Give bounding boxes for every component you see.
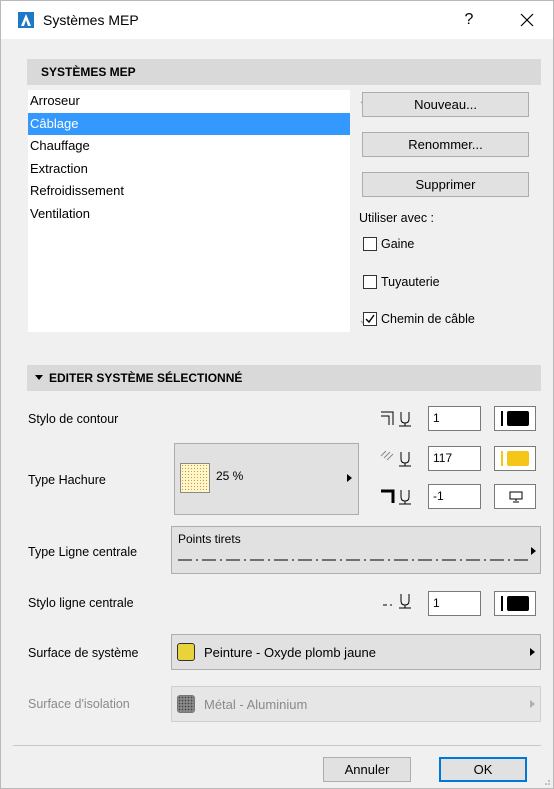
systems-section-header: SYSTÈMES MEP	[27, 59, 541, 85]
contour-pen-icon	[381, 411, 411, 427]
cable-tray-checkbox[interactable]	[363, 312, 377, 326]
list-item[interactable]: Arroseur	[28, 90, 350, 113]
duct-checkbox[interactable]	[363, 237, 377, 251]
title-bar: Systèmes MEP ?	[1, 1, 553, 39]
system-surface-label: Surface de système	[28, 646, 139, 660]
footer-separator	[13, 745, 541, 746]
archicad-icon	[18, 12, 34, 28]
hatch-fg-pen-color-button[interactable]	[494, 446, 536, 471]
contour-pen-input[interactable]: 1	[428, 406, 481, 431]
arrow-right-icon	[531, 547, 536, 555]
hatch-pattern-label: 25 %	[216, 469, 244, 483]
window-title: Systèmes MEP	[43, 12, 139, 28]
center-line-pen-icon	[383, 594, 411, 609]
edit-section-header[interactable]: EDITER SYSTÈME SÉLECTIONNÉ	[27, 365, 541, 391]
center-line-type-value: Points tirets	[178, 532, 241, 546]
center-line-type-button[interactable]: Points tirets	[171, 526, 541, 574]
dash-dot-line-preview	[178, 559, 528, 561]
hatch-pattern-swatch	[180, 463, 210, 493]
list-item[interactable]: Extraction	[28, 158, 350, 181]
arrow-right-icon	[530, 700, 535, 708]
hatch-bg-pen-button[interactable]	[494, 484, 536, 509]
edit-section-title: EDITER SYSTÈME SÉLECTIONNÉ	[49, 371, 243, 385]
systems-section-title: SYSTÈMES MEP	[41, 65, 136, 79]
arrow-right-icon	[530, 648, 535, 656]
list-item[interactable]: Câblage	[28, 112, 350, 135]
monitor-icon	[509, 491, 523, 503]
hatch-fg-pen-icon	[380, 450, 411, 467]
contour-pen-color-button[interactable]	[494, 406, 536, 431]
collapse-triangle-icon	[35, 375, 43, 380]
check-icon	[365, 314, 375, 324]
insulation-surface-button[interactable]: Métal - Aluminium	[171, 686, 541, 722]
close-icon	[520, 13, 534, 27]
hatch-type-label: Type Hachure	[28, 473, 106, 487]
resize-grip-icon[interactable]	[543, 778, 551, 786]
center-line-pen-color-button[interactable]	[494, 591, 536, 616]
pipe-checkbox[interactable]	[363, 275, 377, 289]
center-line-pen-input[interactable]: 1	[428, 591, 481, 616]
center-line-pen-label: Stylo ligne centrale	[28, 596, 134, 610]
contour-pen-label: Stylo de contour	[28, 412, 119, 426]
cancel-button[interactable]: Annuler	[323, 757, 411, 782]
new-button[interactable]: Nouveau...	[362, 92, 529, 117]
systems-list[interactable]: Arroseur Câblage Chauffage Extraction Re…	[28, 90, 370, 332]
center-line-type-label: Type Ligne centrale	[28, 545, 138, 559]
center-line-pen-color-swatch	[507, 596, 529, 611]
insulation-surface-label: Surface d'isolation	[28, 697, 130, 711]
cable-tray-label: Chemin de câble	[381, 312, 475, 326]
delete-button[interactable]: Supprimer	[362, 172, 529, 197]
hatch-fg-pen-input[interactable]: 117	[428, 446, 481, 471]
hatch-bg-pen-icon	[381, 489, 411, 505]
insulation-surface-swatch	[177, 695, 195, 713]
arrow-right-icon	[347, 474, 352, 482]
mep-systems-dialog: Systèmes MEP ? SYSTÈMES MEP Arroseur Câb…	[0, 0, 554, 789]
system-surface-button[interactable]: Peinture - Oxyde plomb jaune	[171, 634, 541, 670]
hatch-fg-pen-color-swatch	[507, 451, 529, 466]
list-item[interactable]: Chauffage	[28, 135, 350, 158]
list-item[interactable]: Ventilation	[28, 203, 350, 226]
insulation-surface-value: Métal - Aluminium	[204, 697, 308, 712]
system-surface-swatch	[177, 643, 195, 661]
duct-label: Gaine	[381, 237, 415, 251]
hatch-type-button[interactable]: 25 %	[174, 443, 359, 515]
help-button[interactable]: ?	[451, 7, 487, 33]
list-item[interactable]: Refroidissement	[28, 180, 350, 203]
system-surface-value: Peinture - Oxyde plomb jaune	[204, 645, 376, 660]
hatch-bg-pen-input[interactable]: -1	[428, 484, 481, 509]
pipe-label: Tuyauterie	[381, 275, 440, 289]
ok-button[interactable]: OK	[439, 757, 527, 782]
contour-pen-color-swatch	[507, 411, 529, 426]
use-with-label: Utiliser avec :	[359, 211, 435, 225]
close-button[interactable]	[509, 7, 545, 33]
rename-button[interactable]: Renommer...	[362, 132, 529, 157]
